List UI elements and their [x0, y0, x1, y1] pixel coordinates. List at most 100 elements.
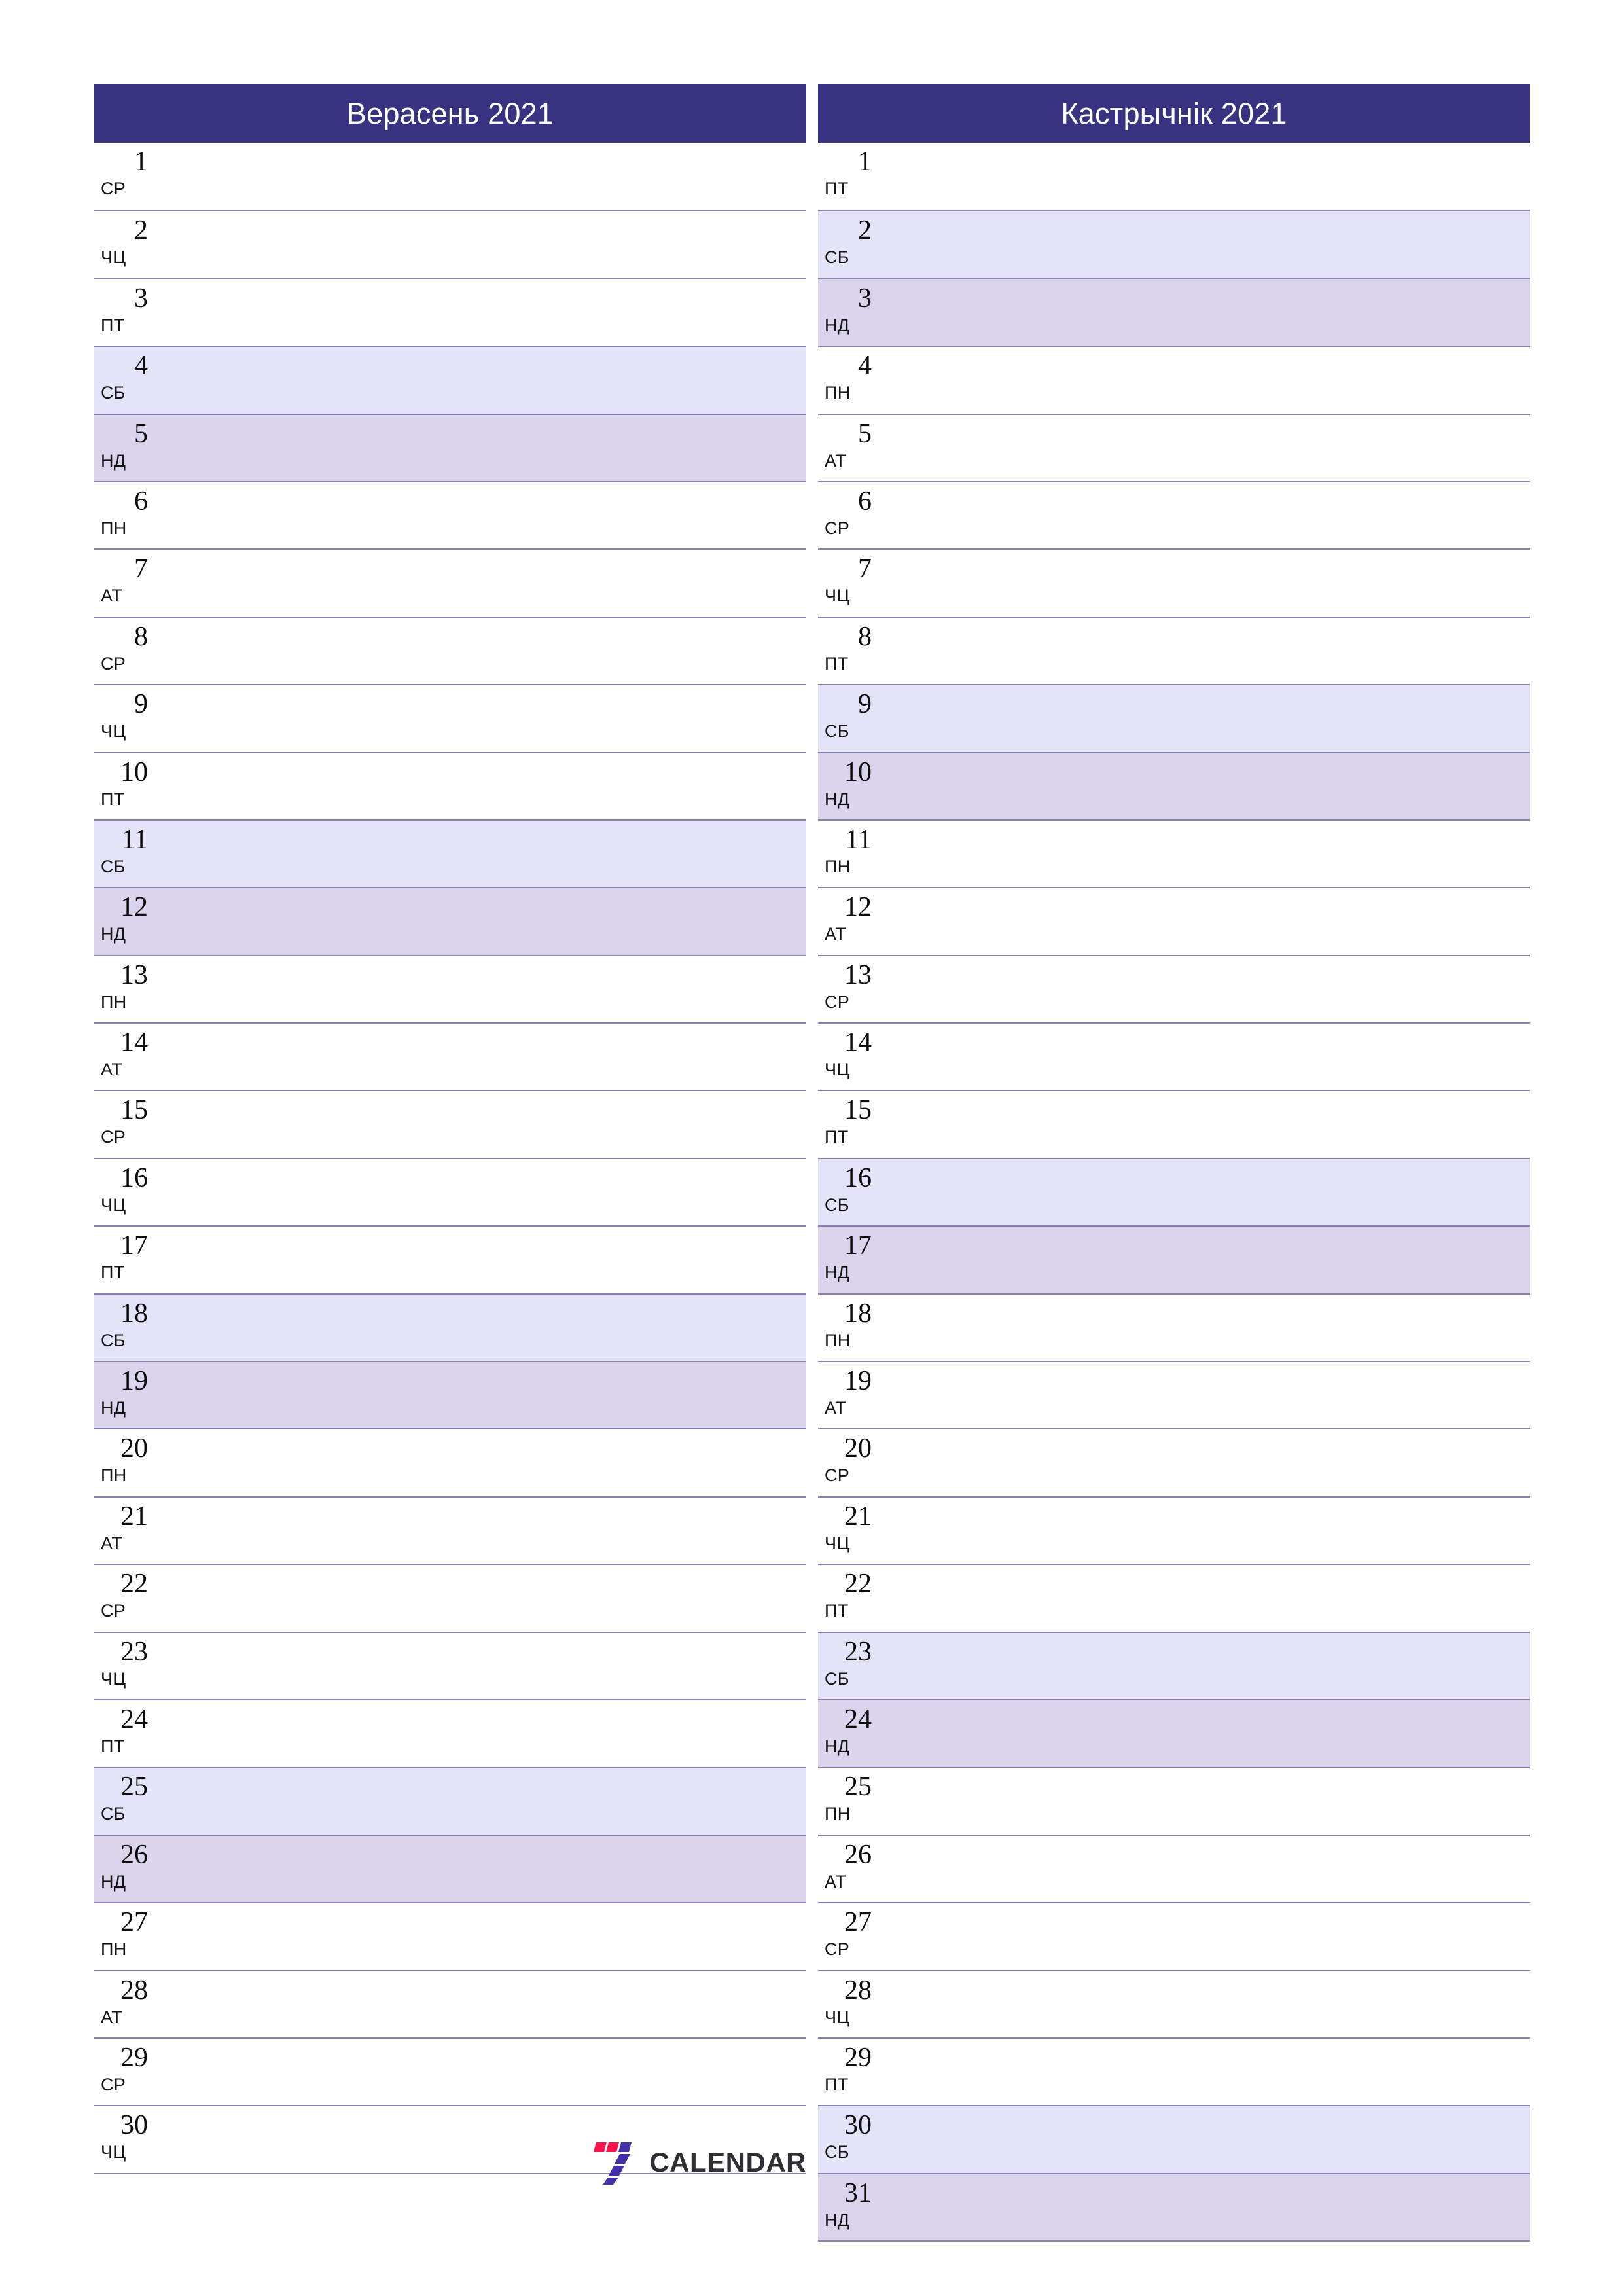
day-row[interactable]: 25 СБ [94, 1767, 806, 1835]
day-note-area[interactable] [160, 1295, 806, 1361]
day-row[interactable]: 20 СР [818, 1428, 1530, 1496]
day-note-area[interactable] [883, 211, 1530, 278]
day-note-area[interactable] [160, 279, 806, 346]
day-row[interactable]: 7 АТ [94, 548, 806, 617]
day-row[interactable]: 29 СР [94, 2037, 806, 2106]
day-note-area[interactable] [883, 1903, 1530, 1969]
day-note-area[interactable] [883, 1700, 1530, 1767]
day-note-area[interactable] [883, 482, 1530, 548]
day-row[interactable]: 18 ПН [818, 1293, 1530, 1361]
day-note-area[interactable] [883, 1836, 1530, 1902]
day-row[interactable]: 12 НД [94, 887, 806, 955]
day-row[interactable]: 24 ПТ [94, 1698, 806, 1767]
day-note-area[interactable] [160, 415, 806, 481]
day-row[interactable]: 12 АТ [818, 887, 1530, 955]
day-row[interactable]: 26 АТ [818, 1834, 1530, 1903]
day-row[interactable]: 23 СБ [818, 1631, 1530, 1699]
day-note-area[interactable] [160, 618, 806, 684]
day-row[interactable]: 22 ПТ [818, 1564, 1530, 1632]
day-note-area[interactable] [160, 1700, 806, 1767]
day-note-area[interactable] [883, 1565, 1530, 1631]
day-row[interactable]: 1 ПТ [818, 143, 1530, 211]
day-row[interactable]: 10 ПТ [94, 751, 806, 819]
day-row[interactable]: 2 СБ [818, 210, 1530, 278]
day-note-area[interactable] [883, 1295, 1530, 1361]
day-row[interactable]: 4 ПН [818, 346, 1530, 414]
day-note-area[interactable] [883, 956, 1530, 1022]
day-row[interactable]: 11 СБ [94, 819, 806, 888]
day-row[interactable]: 2 ЧЦ [94, 210, 806, 278]
day-note-area[interactable] [160, 482, 806, 548]
day-note-area[interactable] [883, 821, 1530, 887]
day-row[interactable]: 28 АТ [94, 1969, 806, 2037]
day-note-area[interactable] [160, 1565, 806, 1631]
day-note-area[interactable] [883, 753, 1530, 819]
day-note-area[interactable] [160, 1633, 806, 1699]
day-note-area[interactable] [883, 1159, 1530, 1225]
day-note-area[interactable] [160, 685, 806, 751]
day-row[interactable]: 17 ПТ [94, 1225, 806, 1293]
day-row[interactable]: 31 НД [818, 2172, 1530, 2241]
day-note-area[interactable] [883, 415, 1530, 481]
day-note-area[interactable] [160, 956, 806, 1022]
day-row[interactable]: 11 ПН [818, 819, 1530, 888]
day-row[interactable]: 10 НД [818, 751, 1530, 819]
day-row[interactable]: 16 ЧЦ [94, 1157, 806, 1226]
day-note-area[interactable] [160, 1362, 806, 1428]
day-note-area[interactable] [160, 1429, 806, 1496]
day-note-area[interactable] [160, 143, 806, 210]
day-row[interactable]: 28 ЧЦ [818, 1969, 1530, 2037]
day-row[interactable]: 19 АТ [818, 1361, 1530, 1429]
day-note-area[interactable] [883, 143, 1530, 210]
day-row[interactable]: 6 ПН [94, 480, 806, 549]
day-row[interactable]: 14 ЧЦ [818, 1022, 1530, 1090]
day-row[interactable]: 27 СР [818, 1902, 1530, 1970]
day-note-area[interactable] [160, 753, 806, 819]
day-row[interactable]: 14 АТ [94, 1022, 806, 1090]
day-note-area[interactable] [160, 211, 806, 278]
day-row[interactable]: 26 НД [94, 1834, 806, 1903]
day-row[interactable]: 24 НД [818, 1698, 1530, 1767]
day-note-area[interactable] [883, 685, 1530, 751]
day-row[interactable]: 5 НД [94, 413, 806, 481]
day-note-area[interactable] [160, 1768, 806, 1834]
day-note-area[interactable] [883, 2174, 1530, 2240]
day-note-area[interactable] [883, 1227, 1530, 1293]
day-note-area[interactable] [160, 888, 806, 954]
day-note-area[interactable] [160, 1227, 806, 1293]
day-note-area[interactable] [160, 1498, 806, 1564]
day-note-area[interactable] [160, 1091, 806, 1157]
day-note-area[interactable] [883, 279, 1530, 346]
day-row[interactable]: 6 СР [818, 480, 1530, 549]
day-row[interactable]: 21 АТ [94, 1496, 806, 1564]
day-row[interactable]: 4 СБ [94, 346, 806, 414]
day-note-area[interactable] [160, 550, 806, 616]
day-note-area[interactable] [883, 888, 1530, 954]
day-row[interactable]: 8 ПТ [818, 616, 1530, 685]
day-note-area[interactable] [883, 550, 1530, 616]
day-note-area[interactable] [883, 1633, 1530, 1699]
day-note-area[interactable] [160, 1836, 806, 1902]
day-note-area[interactable] [160, 347, 806, 413]
day-row[interactable]: 22 СР [94, 1564, 806, 1632]
day-note-area[interactable] [160, 1903, 806, 1969]
day-row[interactable]: 9 ЧЦ [94, 684, 806, 752]
day-note-area[interactable] [883, 2039, 1530, 2105]
day-note-area[interactable] [883, 1768, 1530, 1834]
day-note-area[interactable] [160, 1159, 806, 1225]
day-row[interactable]: 19 НД [94, 1361, 806, 1429]
day-note-area[interactable] [160, 2039, 806, 2105]
day-row[interactable]: 15 ПТ [818, 1090, 1530, 1158]
day-row[interactable]: 8 СР [94, 616, 806, 685]
day-row[interactable]: 18 СБ [94, 1293, 806, 1361]
day-row[interactable]: 27 ПН [94, 1902, 806, 1970]
day-row[interactable]: 15 СР [94, 1090, 806, 1158]
day-note-area[interactable] [160, 1024, 806, 1090]
day-row[interactable]: 21 ЧЦ [818, 1496, 1530, 1564]
day-row[interactable]: 5 АТ [818, 413, 1530, 481]
day-row[interactable]: 23 ЧЦ [94, 1631, 806, 1699]
day-note-area[interactable] [883, 2106, 1530, 2172]
day-row[interactable]: 13 ПН [94, 954, 806, 1023]
day-note-area[interactable] [160, 821, 806, 887]
day-note-area[interactable] [883, 1362, 1530, 1428]
